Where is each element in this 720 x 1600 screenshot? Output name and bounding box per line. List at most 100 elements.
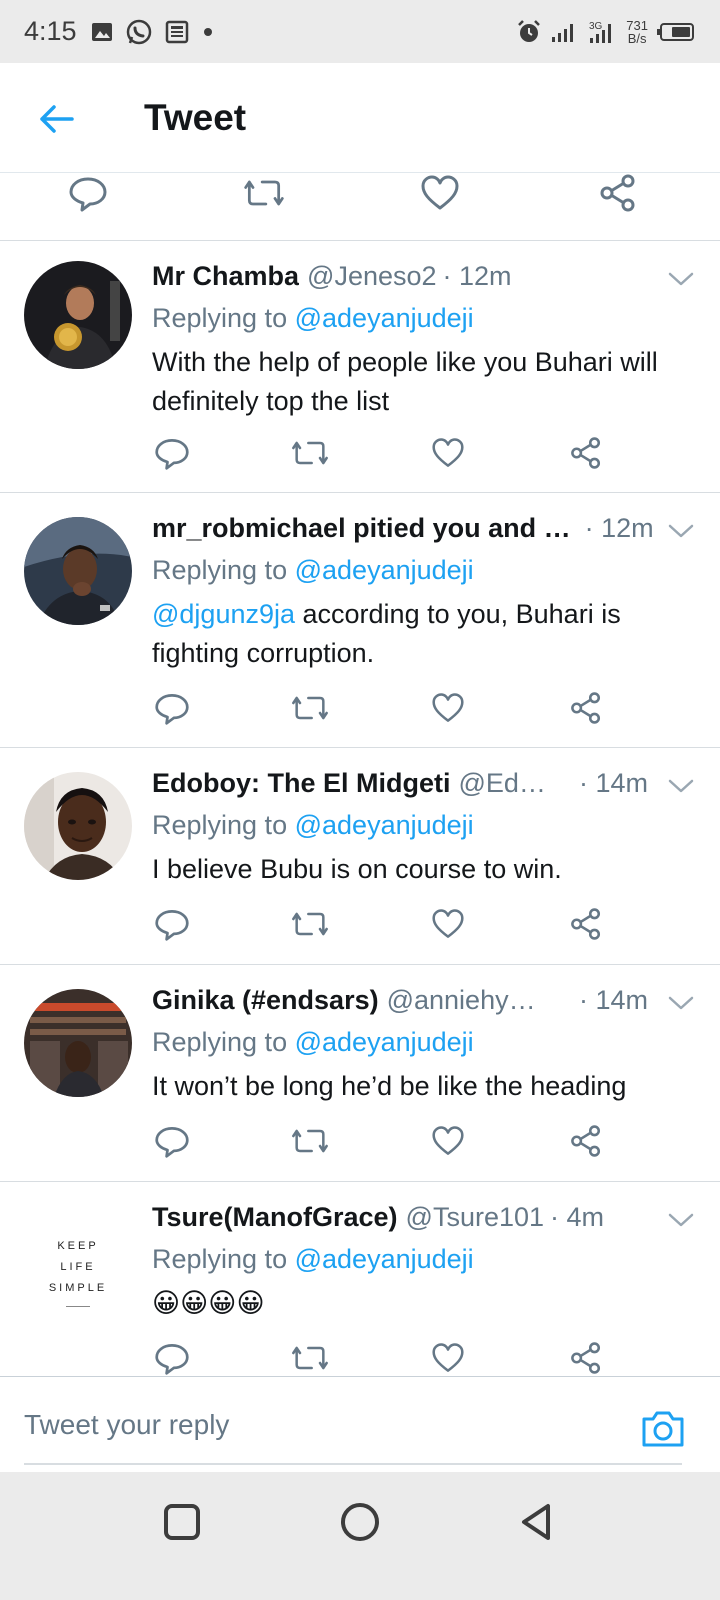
user-handle[interactable]: @Jeneso2 — [307, 261, 437, 292]
replying-to: Replying to @adeyanjudeji — [152, 303, 696, 339]
alarm-icon — [518, 19, 541, 42]
back-nav-button[interactable] — [516, 1500, 560, 1544]
share-icon — [571, 908, 601, 940]
replying-prefix: Replying to — [152, 303, 288, 333]
reply-button[interactable] — [152, 904, 192, 944]
tweet-actions — [152, 904, 612, 944]
replying-to-mention[interactable]: @adeyanjudeji — [295, 1244, 474, 1274]
recents-button[interactable] — [160, 1500, 204, 1544]
replying-to-mention[interactable]: @adeyanjudeji — [295, 303, 474, 333]
retweet-icon — [292, 1129, 328, 1153]
chevron-down-icon[interactable] — [666, 267, 696, 291]
tweet-content: Mr Chamba @Jeneso2 · 12m Replying to @ad… — [152, 261, 696, 421]
tweet-item[interactable]: Ginika (#endsars) @anniehy… · 14m Replyi… — [0, 965, 720, 1182]
like-button[interactable] — [428, 688, 468, 728]
notification-icons — [91, 18, 213, 46]
parent-tweet-actions — [0, 173, 720, 241]
tweet-item[interactable]: Edoboy: The El Midgeti @Ed… · 14m Replyi… — [0, 748, 720, 965]
chevron-down-icon[interactable] — [666, 774, 696, 798]
user-name[interactable]: Tsure(ManofGrace) — [152, 1202, 398, 1233]
replying-to: Replying to @adeyanjudeji — [152, 1244, 696, 1280]
share-button[interactable] — [566, 1121, 606, 1161]
retweet-icon — [244, 180, 284, 206]
share-button[interactable] — [566, 688, 606, 728]
like-button[interactable] — [428, 1338, 468, 1376]
user-handle[interactable]: @Tsure101 — [406, 1202, 544, 1233]
gallery-icon — [91, 22, 112, 41]
user-name[interactable]: Mr Chamba — [152, 261, 299, 292]
avatar-text-line: SIMPLE — [48, 1282, 108, 1294]
retweet-button[interactable] — [290, 904, 330, 944]
tweet-item[interactable]: mr_robmichael pitied you and … · 12m Rep… — [0, 493, 720, 748]
chevron-down-icon[interactable] — [666, 519, 696, 543]
status-time: 4:15 — [24, 16, 77, 46]
triangle-back-icon — [522, 1504, 550, 1540]
back-button[interactable] — [36, 99, 76, 139]
battery-icon — [657, 22, 694, 41]
retweet-button[interactable] — [290, 433, 330, 473]
share-button[interactable] — [596, 173, 640, 213]
avatar[interactable] — [24, 517, 132, 625]
tweet-item[interactable]: KEEP LIFE SIMPLE Tsure(ManofGrace) @Tsur… — [0, 1182, 720, 1376]
system-icons: 3G 731 B/s — [516, 19, 696, 45]
reply-button[interactable] — [152, 1121, 192, 1161]
reply-button[interactable] — [152, 1338, 192, 1376]
avatar[interactable]: KEEP LIFE SIMPLE — [24, 1206, 132, 1314]
user-name[interactable]: mr_robmichael pitied you and … — [152, 513, 571, 544]
tweet-header: Ginika (#endsars) @anniehy… · 14m — [152, 985, 696, 1019]
dot-icon — [203, 27, 212, 36]
replying-prefix: Replying to — [152, 810, 288, 840]
share-button[interactable] — [566, 433, 606, 473]
like-button[interactable] — [428, 904, 468, 944]
reply-button[interactable] — [66, 173, 110, 213]
avatar-text-line: KEEP — [57, 1240, 99, 1252]
share-button[interactable] — [566, 904, 606, 944]
tweet-header: mr_robmichael pitied you and … · 12m — [152, 513, 696, 547]
text-mention[interactable]: @djgunz9ja — [152, 599, 295, 629]
user-handle[interactable]: @Ed… — [459, 768, 546, 799]
tweet-text: I believe Bubu is on course to win. — [152, 850, 696, 889]
tweet-content: mr_robmichael pitied you and … · 12m Rep… — [152, 513, 696, 673]
chevron-down-icon[interactable] — [666, 991, 696, 1015]
user-name[interactable]: Edoboy: The El Midgeti — [152, 768, 451, 799]
tweet-text-body: I believe Bubu is on course to win. — [152, 854, 562, 884]
tweet-time: · 14m — [578, 985, 648, 1015]
camera-button[interactable] — [640, 1409, 686, 1449]
avatar[interactable] — [24, 261, 132, 369]
like-button[interactable] — [428, 433, 468, 473]
reply-button[interactable] — [152, 433, 192, 473]
user-name[interactable]: Ginika (#endsars) — [152, 985, 379, 1016]
svg-text:3G: 3G — [589, 21, 603, 32]
replying-to-mention[interactable]: @adeyanjudeji — [295, 1027, 474, 1057]
tweet-content: Tsure(ManofGrace) @Tsure101 · 4m Replyin… — [152, 1202, 696, 1323]
tweet-text: With the help of people like you Buhari … — [152, 343, 696, 421]
tweet-time: · 4m — [550, 1202, 605, 1232]
tweet-item[interactable]: Mr Chamba @Jeneso2 · 12m Replying to @ad… — [0, 241, 720, 493]
net-speed-unit: B/s — [627, 30, 647, 46]
tweet-text-body: It won’t be long he’d be like the headin… — [152, 1071, 627, 1101]
comment-bubble-icon — [155, 1127, 189, 1158]
retweet-button[interactable] — [290, 1121, 330, 1161]
share-button[interactable] — [566, 1338, 606, 1376]
reply-input[interactable] — [24, 1399, 604, 1451]
tweet-header: Mr Chamba @Jeneso2 · 12m — [152, 261, 696, 295]
retweet-button[interactable] — [290, 1338, 330, 1376]
reply-button[interactable] — [152, 688, 192, 728]
chevron-down-icon[interactable] — [666, 1208, 696, 1232]
heart-icon — [432, 438, 464, 467]
user-handle[interactable]: @anniehy… — [387, 985, 536, 1016]
replying-prefix: Replying to — [152, 1027, 288, 1057]
comment-bubble-icon — [155, 910, 189, 941]
avatar[interactable] — [24, 989, 132, 1097]
retweet-button[interactable] — [242, 173, 286, 213]
avatar-text-line: LIFE — [60, 1261, 96, 1273]
share-icon — [600, 174, 635, 212]
replying-to-mention[interactable]: @adeyanjudeji — [295, 810, 474, 840]
replying-to-mention[interactable]: @adeyanjudeji — [295, 555, 474, 585]
avatar[interactable] — [24, 772, 132, 880]
retweet-button[interactable] — [290, 688, 330, 728]
tweet-text: It won’t be long he’d be like the headin… — [152, 1067, 696, 1106]
like-button[interactable] — [418, 173, 462, 213]
like-button[interactable] — [428, 1121, 468, 1161]
home-button[interactable] — [338, 1500, 382, 1544]
